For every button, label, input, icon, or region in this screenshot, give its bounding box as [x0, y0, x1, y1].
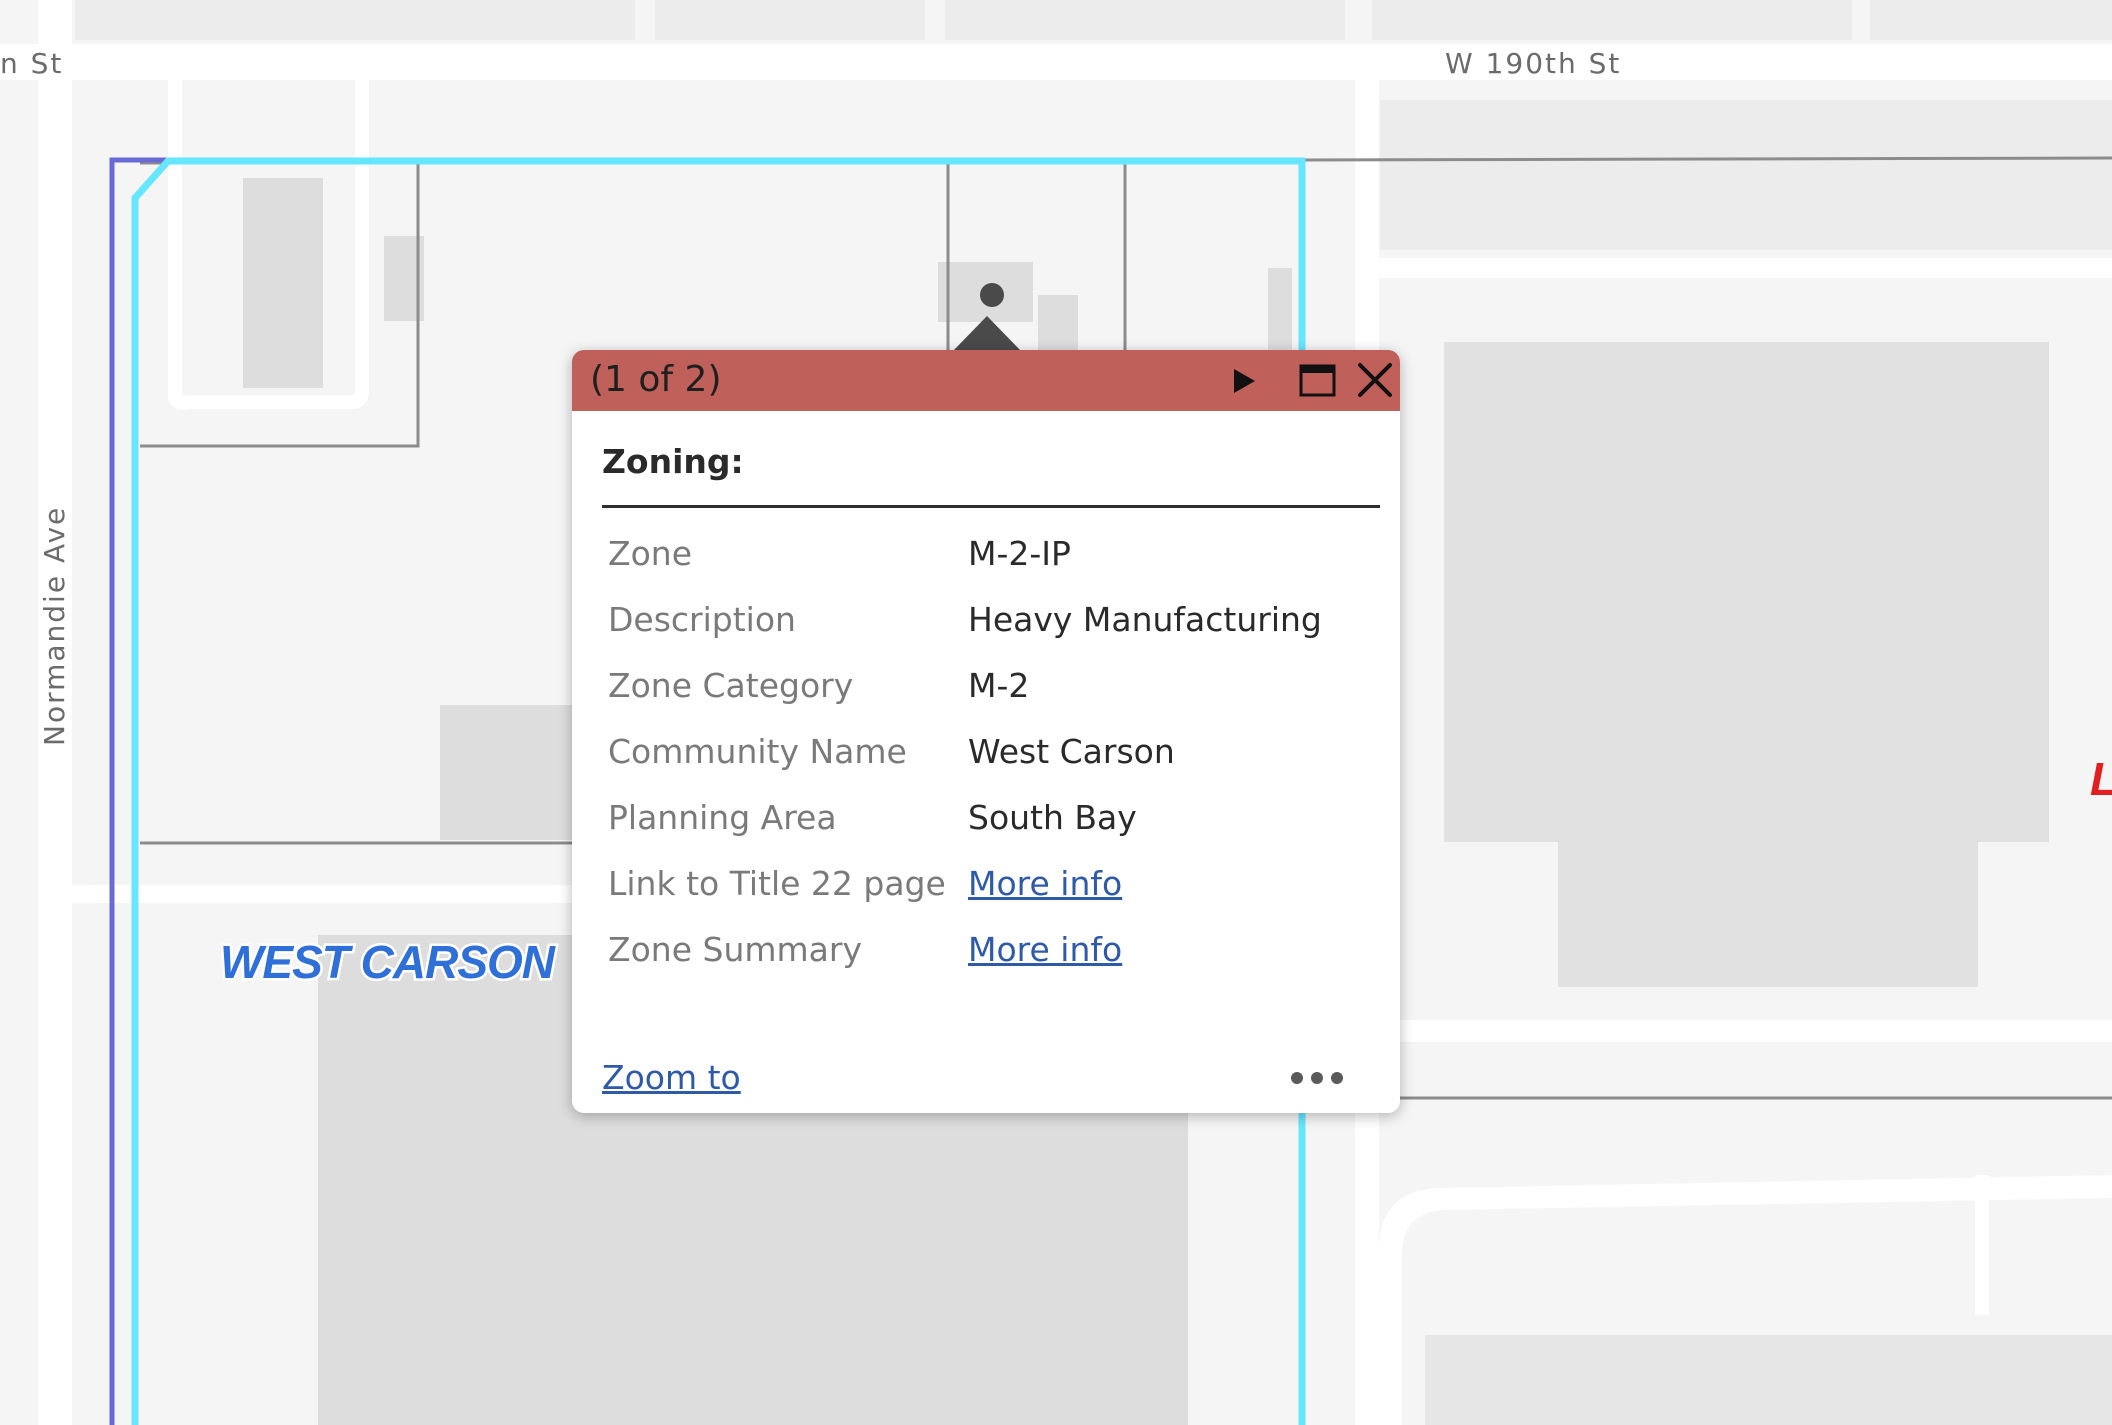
- attribute-row-community-name: Community Name West Carson: [608, 730, 1378, 796]
- attribute-label: Zone: [608, 534, 693, 573]
- attribute-value: M-2: [968, 666, 1030, 705]
- building-right-large: [1444, 342, 2049, 842]
- attribute-row-zone-category: Zone Category M-2: [608, 664, 1378, 730]
- maximize-button[interactable]: [1296, 360, 1340, 402]
- attribute-table: Zone M-2-IP Description Heavy Manufactur…: [608, 532, 1378, 994]
- block: [655, 0, 925, 40]
- attribute-label: Description: [608, 600, 796, 639]
- feature-popup: (1 of 2) Zoning: Zone M-2-IP Description: [572, 350, 1400, 1113]
- popup-pointer: [953, 316, 1021, 351]
- attribute-row-zone: Zone M-2-IP: [608, 532, 1378, 598]
- zone-summary-more-info-link[interactable]: More info: [968, 928, 1122, 972]
- attribute-value: West Carson: [968, 732, 1175, 771]
- next-feature-button[interactable]: [1222, 360, 1266, 402]
- title-22-more-info-link[interactable]: More info: [968, 862, 1122, 906]
- attribute-value: South Bay: [968, 798, 1137, 837]
- close-icon: [1358, 363, 1392, 397]
- block: [1372, 0, 1852, 40]
- street-label-normandie-ave: Normandie Ave: [38, 506, 71, 746]
- location-marker[interactable]: [980, 283, 1004, 307]
- popup-title: Zoning:: [602, 442, 744, 481]
- community-label-west-carson: WEST CARSON: [220, 936, 556, 988]
- more-actions-button[interactable]: [1288, 1066, 1346, 1090]
- attribute-label: Zone Summary: [608, 930, 862, 969]
- attribute-row-planning-area: Planning Area South Bay: [608, 796, 1378, 862]
- close-button[interactable]: [1354, 360, 1398, 402]
- feature-count: (1 of 2): [590, 359, 722, 400]
- building: [440, 705, 572, 840]
- attribute-row-title-22-link: Link to Title 22 page More info: [608, 862, 1378, 928]
- road-right-spur: [1975, 1175, 1989, 1315]
- title-divider: [602, 505, 1380, 508]
- attribute-label: Link to Title 22 page: [608, 864, 946, 903]
- building: [243, 178, 323, 388]
- building: [1038, 295, 1078, 355]
- map-label-edge: L: [2090, 753, 2112, 805]
- attribute-label: Community Name: [608, 732, 907, 771]
- zoom-to-link[interactable]: Zoom to: [602, 1056, 741, 1100]
- attribute-value: M-2-IP: [968, 534, 1071, 573]
- attribute-row-description: Description Heavy Manufacturing: [608, 598, 1378, 664]
- block-right-top: [1380, 100, 2112, 250]
- street-label-w-190th-st: W 190th St: [1445, 47, 1621, 80]
- play-next-icon: [1234, 369, 1255, 393]
- road-w-190th-st: [0, 44, 2112, 80]
- block: [945, 0, 1345, 40]
- attribute-label: Planning Area: [608, 798, 837, 837]
- block: [75, 0, 635, 40]
- block: [1870, 0, 2112, 40]
- road-right-upper: [1379, 258, 2112, 278]
- attribute-value: Heavy Manufacturing: [968, 600, 1322, 639]
- building-bottom-right: [1425, 1335, 2112, 1425]
- building-right-lower: [1558, 842, 1978, 987]
- attribute-label: Zone Category: [608, 666, 854, 705]
- building: [1268, 268, 1292, 358]
- street-label-top-left: n St: [0, 47, 63, 80]
- more-dots-icon: [1291, 1072, 1343, 1084]
- popup-header: (1 of 2): [572, 350, 1400, 411]
- maximize-icon: [1299, 364, 1336, 397]
- road-right-mid: [1379, 1020, 2112, 1042]
- attribute-row-zone-summary: Zone Summary More info: [608, 928, 1378, 994]
